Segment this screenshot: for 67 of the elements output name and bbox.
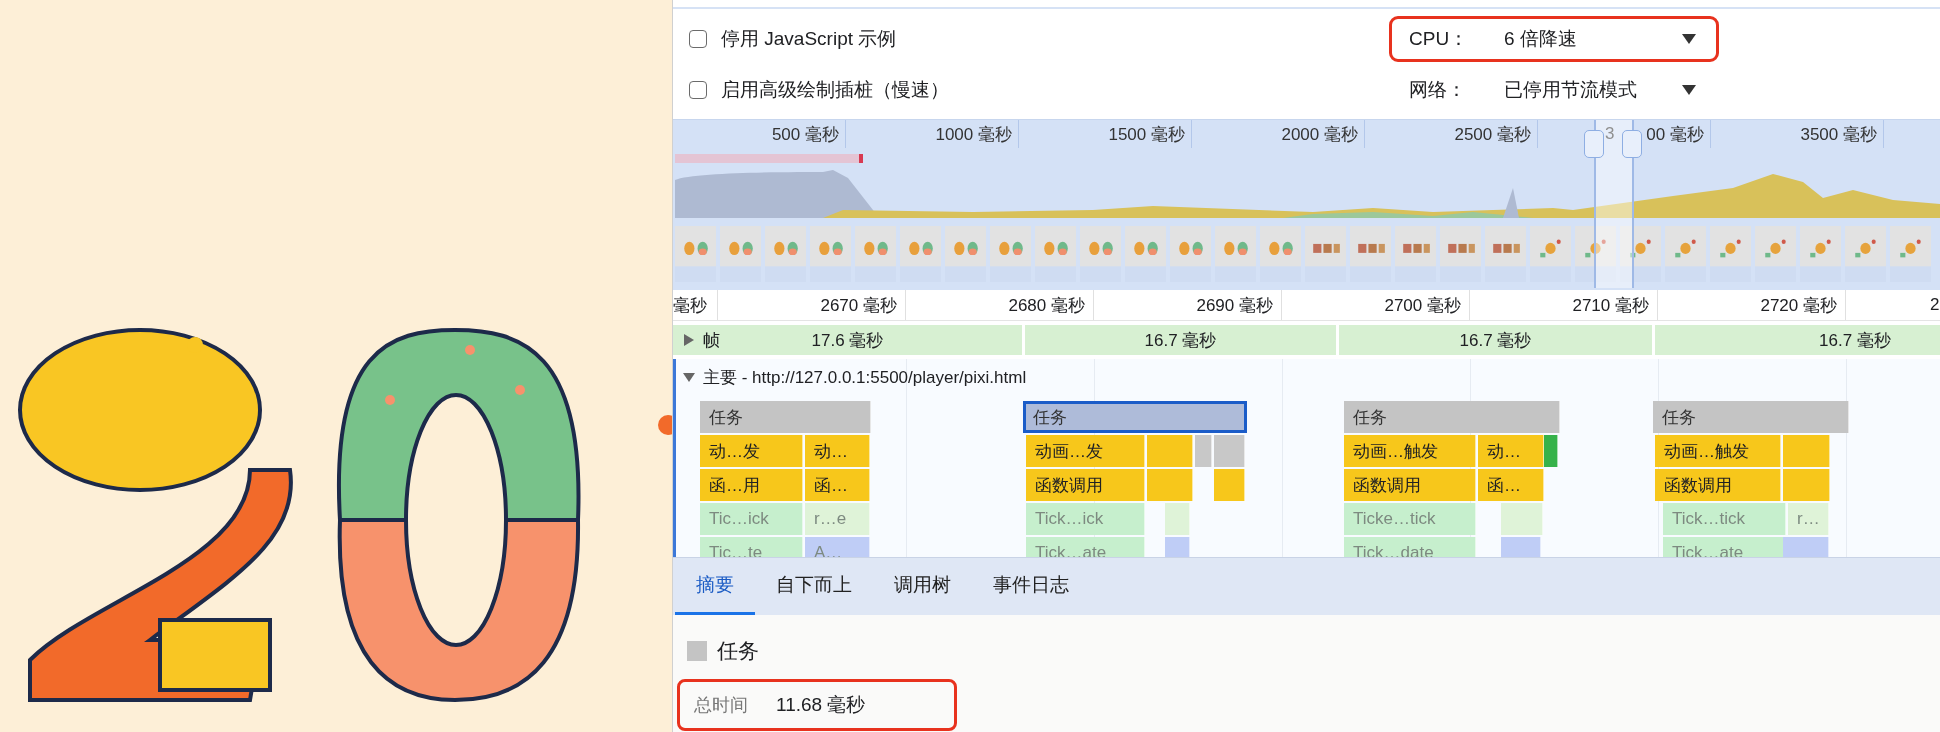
call-block[interactable]: 函… [805, 469, 870, 501]
time-label: 3 [1604, 124, 1615, 144]
range-handle[interactable] [1584, 130, 1604, 158]
track-label: 主要 - http://127.0.0.1:5500/player/pixi.html [703, 366, 1027, 389]
call-block[interactable] [1783, 469, 1830, 501]
call-block[interactable] [1147, 435, 1193, 467]
time-label: 00 毫秒 [1646, 123, 1704, 146]
frame-bar[interactable]: 16.7 毫秒 [1339, 325, 1652, 355]
tab[interactable]: 调用树 [873, 558, 972, 615]
expand-triangle-icon[interactable] [683, 334, 695, 346]
checkbox[interactable] [689, 80, 707, 99]
call-block[interactable]: 函…用 [700, 469, 803, 501]
call-block[interactable]: 动画…发 [1026, 435, 1145, 467]
call-block[interactable] [1501, 503, 1543, 535]
call-block[interactable]: 函… [1478, 469, 1544, 501]
checkbox-label: 启用高级绘制插桩（慢速） [721, 77, 949, 102]
time-label: 2700 毫秒 [1384, 294, 1461, 317]
checkbox[interactable] [689, 29, 707, 48]
time-label: 2500 毫秒 [1454, 123, 1531, 146]
total-time-label: 总时间 [694, 694, 748, 717]
time-label: 2690 毫秒 [1196, 294, 1273, 317]
time-label: 1000 毫秒 [935, 123, 1012, 146]
time-label: 2000 毫秒 [1281, 123, 1358, 146]
checkbox-label: 停用 JavaScript 示例 [721, 26, 897, 51]
call-block[interactable] [1147, 469, 1193, 501]
call-block[interactable] [1195, 435, 1212, 467]
idle-spike [1503, 188, 1519, 218]
time-label: 毫秒 [673, 294, 707, 317]
call-block[interactable]: 动画…触发 [1344, 435, 1476, 467]
range-handle[interactable] [1622, 130, 1642, 158]
call-block[interactable]: 函数调用 [1344, 469, 1476, 501]
call-block[interactable] [1214, 469, 1245, 501]
selection-range[interactable] [1594, 120, 1634, 288]
dropdown-caret-icon [1682, 33, 1696, 44]
task-block[interactable]: 任务 [1023, 401, 1247, 433]
call-block[interactable] [1214, 435, 1245, 467]
call-block[interactable] [1165, 503, 1190, 535]
time-label: 3500 毫秒 [1800, 123, 1877, 146]
dropdown[interactable]: 网络： 已停用节流模式 [1389, 66, 1719, 113]
dropdown-caret-icon [1682, 84, 1696, 95]
call-block[interactable]: 函数调用 [1655, 469, 1781, 501]
call-block[interactable]: 动… [1478, 435, 1544, 467]
track-label: 帧 [703, 329, 720, 352]
call-block[interactable]: 动画…触发 [1655, 435, 1781, 467]
tab[interactable]: 自下而上 [755, 558, 873, 615]
time-label: 2720 毫秒 [1760, 294, 1837, 317]
time-label: 1500 毫秒 [1108, 123, 1185, 146]
task-block[interactable]: 任务 [1344, 401, 1560, 433]
total-time-value: 11.68 毫秒 [776, 693, 866, 717]
frame-bar[interactable]: 16.7 毫秒 [1655, 325, 1940, 355]
task-block[interactable]: 任务 [700, 401, 871, 433]
time-label: 2680 毫秒 [1008, 294, 1085, 317]
call-block[interactable]: 动… [805, 435, 870, 467]
tab[interactable]: 事件日志 [972, 558, 1090, 615]
time-label: 500 毫秒 [771, 123, 839, 146]
time-label: 2 [1930, 295, 1940, 315]
call-block[interactable] [1544, 435, 1558, 467]
frame-bar[interactable]: 16.7 毫秒 [1025, 325, 1336, 355]
category-label: 任务 [717, 638, 759, 664]
task-block[interactable]: 任务 [1653, 401, 1849, 433]
call-block[interactable]: 函数调用 [1026, 469, 1145, 501]
call-block[interactable] [1783, 435, 1830, 467]
collapse-triangle-icon[interactable] [683, 371, 695, 383]
dropdown[interactable]: CPU： 6 倍降速 [1389, 15, 1719, 62]
call-block[interactable]: 动…发 [700, 435, 803, 467]
time-label: 2710 毫秒 [1572, 294, 1649, 317]
time-label: 2670 毫秒 [820, 294, 897, 317]
